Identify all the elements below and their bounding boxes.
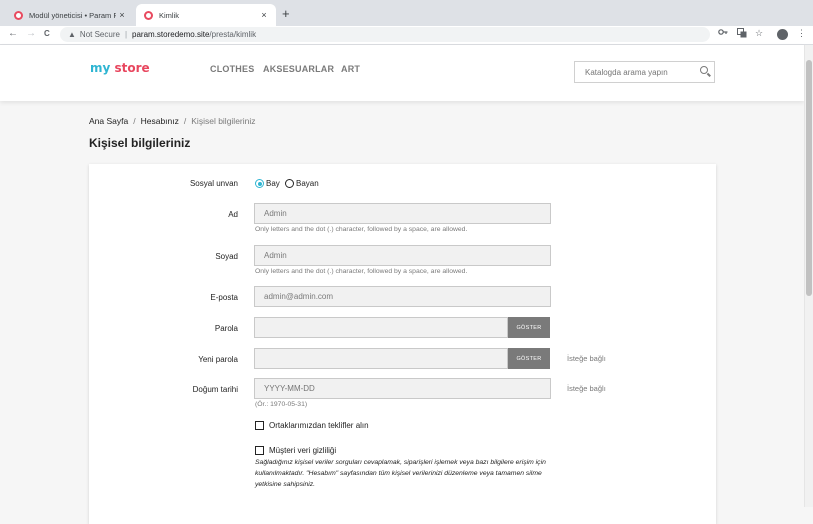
logo-store: store xyxy=(114,61,150,75)
logo-my: my xyxy=(90,61,111,75)
prestashop-favicon-icon xyxy=(144,10,153,20)
close-tab-icon[interactable]: × xyxy=(116,10,128,20)
last-name-hint: Only letters and the dot (.) character, … xyxy=(255,268,468,275)
breadcrumb: Ana Sayfa / Hesabınız / Kişisel bilgileriniz xyxy=(89,116,256,126)
first-name-label: Ad xyxy=(228,210,238,219)
tab-title: Modül yöneticisi • Param POS xyxy=(29,10,116,20)
radio-selected-icon xyxy=(255,179,264,188)
browser-menu-icon[interactable]: ⋮ xyxy=(797,28,806,39)
address-bar[interactable]: ▲ Not Secure | param.storedemo.site/pres… xyxy=(60,27,710,42)
first-name-hint: Only letters and the dot (.) character, … xyxy=(255,226,468,233)
back-icon[interactable]: ← xyxy=(8,28,18,39)
radio-bay[interactable]: Bay xyxy=(255,179,280,188)
url-path: /presta/kimlik xyxy=(209,30,257,39)
birthday-hint: (Ör.: 1970-05-31) xyxy=(255,401,308,408)
customer-privacy-description: Sağladığınız kişisel veriler sorguları c… xyxy=(255,459,546,488)
menu-item-aksesuarlar[interactable]: AKSESUARLAR xyxy=(263,64,334,74)
checkbox-unchecked-icon xyxy=(255,446,264,455)
site-header: my store CLOTHES AKSESUARLAR ART xyxy=(0,45,804,101)
prestashop-favicon-icon xyxy=(14,10,23,20)
first-name-input[interactable] xyxy=(254,203,551,224)
radio-bayan[interactable]: Bayan xyxy=(285,179,319,188)
password-input[interactable] xyxy=(254,317,508,338)
customer-privacy-label: Müşteri veri gizliliği xyxy=(269,446,337,455)
breadcrumb-separator: / xyxy=(183,116,187,126)
star-icon[interactable]: ☆ xyxy=(755,28,763,39)
new-password-input[interactable] xyxy=(254,348,508,369)
email-label: E-posta xyxy=(210,293,238,302)
radio-bay-label: Bay xyxy=(266,179,280,188)
reload-icon[interactable]: C xyxy=(44,29,50,38)
browser-toolbar: ← → C ▲ Not Secure | param.storedemo.sit… xyxy=(0,26,813,45)
birthday-optional: İsteğe bağlı xyxy=(567,384,606,393)
search-input[interactable] xyxy=(583,66,697,78)
last-name-input[interactable] xyxy=(254,245,551,266)
radio-bayan-label: Bayan xyxy=(296,179,319,188)
social-title-label: Sosyal unvan xyxy=(189,179,238,188)
browser-tab-strip: Modül yöneticisi • Param POS × Kimlik × … xyxy=(0,0,813,26)
menu-item-clothes[interactable]: CLOTHES xyxy=(210,64,254,74)
forward-icon[interactable]: → xyxy=(26,28,36,39)
new-password-optional: İsteğe bağlı xyxy=(567,354,606,363)
show-password-button[interactable]: GÖSTER xyxy=(508,317,550,338)
tab-title: Kimlik xyxy=(159,10,179,20)
checkbox-unchecked-icon xyxy=(255,421,264,430)
birthday-input[interactable] xyxy=(254,378,551,399)
page-title: Kişisel bilgileriniz xyxy=(89,136,191,150)
profile-avatar-icon[interactable] xyxy=(777,29,788,40)
scrollbar-thumb[interactable] xyxy=(806,60,812,296)
url-host: param.storedemo.site xyxy=(132,30,210,39)
password-label: Parola xyxy=(214,324,238,333)
address-separator: | xyxy=(124,30,128,39)
breadcrumb-account[interactable]: Hesabınız xyxy=(141,116,179,126)
menu-item-art[interactable]: ART xyxy=(341,64,360,74)
new-password-label: Yeni parola xyxy=(198,355,238,364)
show-new-password-button[interactable]: GÖSTER xyxy=(508,348,550,369)
birthday-label: Doğum tarihi xyxy=(192,385,238,394)
security-label: Not Secure xyxy=(79,30,120,39)
search-box xyxy=(574,61,715,83)
last-name-label: Soyad xyxy=(215,252,238,261)
email-input[interactable] xyxy=(254,286,551,307)
browser-tab-kimlik[interactable]: Kimlik × xyxy=(136,4,276,26)
browser-tab-module-manager[interactable]: Modül yöneticisi • Param POS × xyxy=(6,4,134,26)
breadcrumb-separator: / xyxy=(133,116,136,126)
new-tab-button[interactable]: + xyxy=(282,6,290,21)
breadcrumb-home[interactable]: Ana Sayfa xyxy=(89,116,128,126)
partner-offers-checkbox[interactable]: Ortaklarımızdan teklifler alın xyxy=(255,421,369,430)
translate-icon[interactable] xyxy=(737,28,747,40)
search-icon[interactable] xyxy=(700,66,708,74)
breadcrumb-current: Kişisel bilgileriniz xyxy=(191,116,256,126)
partner-offers-label: Ortaklarımızdan teklifler alın xyxy=(269,421,369,430)
close-tab-icon[interactable]: × xyxy=(258,10,270,20)
key-icon[interactable] xyxy=(718,28,728,38)
store-logo[interactable]: my store xyxy=(90,61,150,75)
warning-icon: ▲ xyxy=(68,30,76,39)
customer-privacy-checkbox[interactable]: Müşteri veri gizliliği xyxy=(255,446,336,455)
radio-unselected-icon xyxy=(285,179,294,188)
